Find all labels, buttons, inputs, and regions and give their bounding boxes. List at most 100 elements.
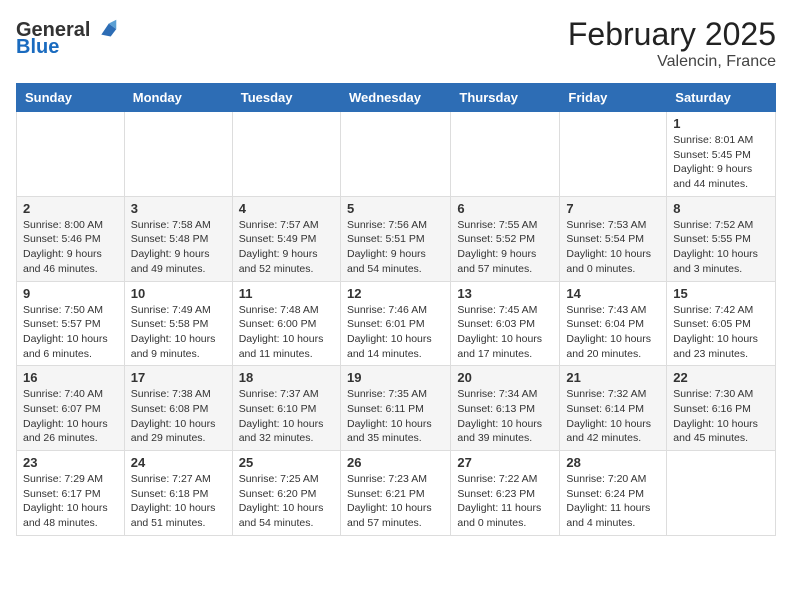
location-title: Valencin, France [568, 53, 776, 71]
day-info: Sunrise: 7:35 AM Sunset: 6:11 PM Dayligh… [347, 387, 444, 446]
day-info: Sunrise: 7:32 AM Sunset: 6:14 PM Dayligh… [566, 387, 660, 446]
day-number: 18 [239, 370, 334, 385]
day-info: Sunrise: 7:29 AM Sunset: 6:17 PM Dayligh… [23, 472, 118, 531]
day-cell: 17Sunrise: 7:38 AM Sunset: 6:08 PM Dayli… [124, 366, 232, 451]
calendar-table: SundayMondayTuesdayWednesdayThursdayFrid… [16, 83, 776, 536]
title-area: February 2025 Valencin, France [568, 16, 776, 71]
weekday-header-sunday: Sunday [17, 84, 125, 112]
day-info: Sunrise: 7:53 AM Sunset: 5:54 PM Dayligh… [566, 218, 660, 277]
day-cell: 24 Sunrise: 7:27 AM Sunset: 6:18 PM Dayli… [124, 451, 232, 536]
day-number: 9 [23, 286, 118, 301]
day-cell: 10 Sunrise: 7:49 AM Sunset: 5:58 PM Dayli… [124, 281, 232, 366]
day-info: Sunrise: 7:46 AM Sunset: 6:01 PM Dayligh… [347, 303, 444, 362]
day-info: Sunrise: 7:34 AM Sunset: 6:13 PM Dayligh… [457, 387, 553, 446]
day-number: 8 [673, 201, 769, 216]
day-cell [124, 112, 232, 197]
day-cell: 22 Sunrise: 7:30 AM Sunset: 6:16 PM Dayli… [667, 366, 776, 451]
day-number: 26 [347, 455, 444, 470]
logo-text-blue: Blue [16, 36, 59, 59]
day-info: Sunrise: 7:42 AM Sunset: 6:05 PM Dayligh… [673, 303, 769, 362]
day-number: 27 [457, 455, 553, 470]
day-number: 3 [131, 201, 226, 216]
day-number: 11 [239, 286, 334, 301]
day-cell [451, 112, 560, 197]
day-cell: 3 Sunrise: 7:58 AM Sunset: 5:48 PM Daylig… [124, 196, 232, 281]
weekday-header-monday: Monday [124, 84, 232, 112]
day-cell: 14 Sunrise: 7:43 AM Sunset: 6:04 PM Dayli… [560, 281, 667, 366]
day-info: Sunrise: 7:49 AM Sunset: 5:58 PM Dayligh… [131, 303, 226, 362]
day-number: 6 [457, 201, 553, 216]
day-number: 22 [673, 370, 769, 385]
day-info: Sunrise: 7:22 AM Sunset: 6:23 PM Dayligh… [457, 472, 553, 531]
day-info: Sunrise: 7:48 AM Sunset: 6:00 PM Dayligh… [239, 303, 334, 362]
day-cell: 25Sunrise: 7:25 AM Sunset: 6:20 PM Dayli… [232, 451, 340, 536]
day-info: Sunrise: 7:55 AM Sunset: 5:52 PM Dayligh… [457, 218, 553, 277]
weekday-header-friday: Friday [560, 84, 667, 112]
day-cell [560, 112, 667, 197]
day-number: 20 [457, 370, 553, 385]
day-info: Sunrise: 7:20 AM Sunset: 6:24 PM Dayligh… [566, 472, 660, 531]
day-cell [232, 112, 340, 197]
weekday-header-thursday: Thursday [451, 84, 560, 112]
day-cell: 23 Sunrise: 7:29 AM Sunset: 6:17 PM Dayli… [17, 451, 125, 536]
day-cell [340, 112, 450, 197]
day-info: Sunrise: 7:52 AM Sunset: 5:55 PM Dayligh… [673, 218, 769, 277]
weekday-header-wednesday: Wednesday [340, 84, 450, 112]
logo: General Blue [16, 16, 120, 59]
day-cell: 21 Sunrise: 7:32 AM Sunset: 6:14 PM Dayli… [560, 366, 667, 451]
day-number: 19 [347, 370, 444, 385]
day-number: 24 [131, 455, 226, 470]
day-info: Sunrise: 7:57 AM Sunset: 5:49 PM Dayligh… [239, 218, 334, 277]
day-number: 5 [347, 201, 444, 216]
day-number: 25 [239, 455, 334, 470]
day-info: Sunrise: 7:56 AM Sunset: 5:51 PM Dayligh… [347, 218, 444, 277]
day-info: Sunrise: 7:30 AM Sunset: 6:16 PM Dayligh… [673, 387, 769, 446]
day-info: Sunrise: 8:01 AM Sunset: 5:45 PM Dayligh… [673, 133, 769, 192]
day-cell: 18Sunrise: 7:37 AM Sunset: 6:10 PM Dayli… [232, 366, 340, 451]
day-cell: 5 Sunrise: 7:56 AM Sunset: 5:51 PM Daylig… [340, 196, 450, 281]
day-cell: 1 Sunrise: 8:01 AM Sunset: 5:45 PM Daylig… [667, 112, 776, 197]
day-number: 4 [239, 201, 334, 216]
day-cell [17, 112, 125, 197]
day-info: Sunrise: 7:23 AM Sunset: 6:21 PM Dayligh… [347, 472, 444, 531]
day-number: 10 [131, 286, 226, 301]
day-number: 13 [457, 286, 553, 301]
weekday-header-saturday: Saturday [667, 84, 776, 112]
day-info: Sunrise: 7:43 AM Sunset: 6:04 PM Dayligh… [566, 303, 660, 362]
week-row-5: 23 Sunrise: 7:29 AM Sunset: 6:17 PM Dayli… [17, 451, 776, 536]
week-row-4: 16Sunrise: 7:40 AM Sunset: 6:07 PM Dayli… [17, 366, 776, 451]
week-row-2: 2 Sunrise: 8:00 AM Sunset: 5:46 PM Daylig… [17, 196, 776, 281]
day-cell: 27 Sunrise: 7:22 AM Sunset: 6:23 PM Dayli… [451, 451, 560, 536]
day-info: Sunrise: 8:00 AM Sunset: 5:46 PM Dayligh… [23, 218, 118, 277]
day-cell: 8 Sunrise: 7:52 AM Sunset: 5:55 PM Daylig… [667, 196, 776, 281]
day-info: Sunrise: 7:27 AM Sunset: 6:18 PM Dayligh… [131, 472, 226, 531]
day-cell: 19 Sunrise: 7:35 AM Sunset: 6:11 PM Dayli… [340, 366, 450, 451]
weekday-header-tuesday: Tuesday [232, 84, 340, 112]
day-info: Sunrise: 7:40 AM Sunset: 6:07 PM Dayligh… [23, 387, 118, 446]
day-number: 21 [566, 370, 660, 385]
day-number: 2 [23, 201, 118, 216]
day-cell: 20 Sunrise: 7:34 AM Sunset: 6:13 PM Dayli… [451, 366, 560, 451]
day-number: 15 [673, 286, 769, 301]
day-cell: 6 Sunrise: 7:55 AM Sunset: 5:52 PM Daylig… [451, 196, 560, 281]
day-cell: 7Sunrise: 7:53 AM Sunset: 5:54 PM Daylig… [560, 196, 667, 281]
day-number: 17 [131, 370, 226, 385]
day-number: 23 [23, 455, 118, 470]
day-cell: 11 Sunrise: 7:48 AM Sunset: 6:00 PM Dayli… [232, 281, 340, 366]
day-number: 28 [566, 455, 660, 470]
day-cell: 16Sunrise: 7:40 AM Sunset: 6:07 PM Dayli… [17, 366, 125, 451]
day-info: Sunrise: 7:45 AM Sunset: 6:03 PM Dayligh… [457, 303, 553, 362]
weekday-header-row: SundayMondayTuesdayWednesdayThursdayFrid… [17, 84, 776, 112]
day-info: Sunrise: 7:58 AM Sunset: 5:48 PM Dayligh… [131, 218, 226, 277]
day-cell [667, 451, 776, 536]
day-number: 1 [673, 116, 769, 131]
week-row-1: 1 Sunrise: 8:01 AM Sunset: 5:45 PM Daylig… [17, 112, 776, 197]
logo-bird-icon [92, 16, 120, 44]
header-area: General Blue February 2025 Valencin, Fra… [16, 16, 776, 71]
day-cell: 2 Sunrise: 8:00 AM Sunset: 5:46 PM Daylig… [17, 196, 125, 281]
day-number: 14 [566, 286, 660, 301]
day-number: 12 [347, 286, 444, 301]
day-info: Sunrise: 7:50 AM Sunset: 5:57 PM Dayligh… [23, 303, 118, 362]
day-cell: 15 Sunrise: 7:42 AM Sunset: 6:05 PM Dayli… [667, 281, 776, 366]
day-cell: 12 Sunrise: 7:46 AM Sunset: 6:01 PM Dayli… [340, 281, 450, 366]
